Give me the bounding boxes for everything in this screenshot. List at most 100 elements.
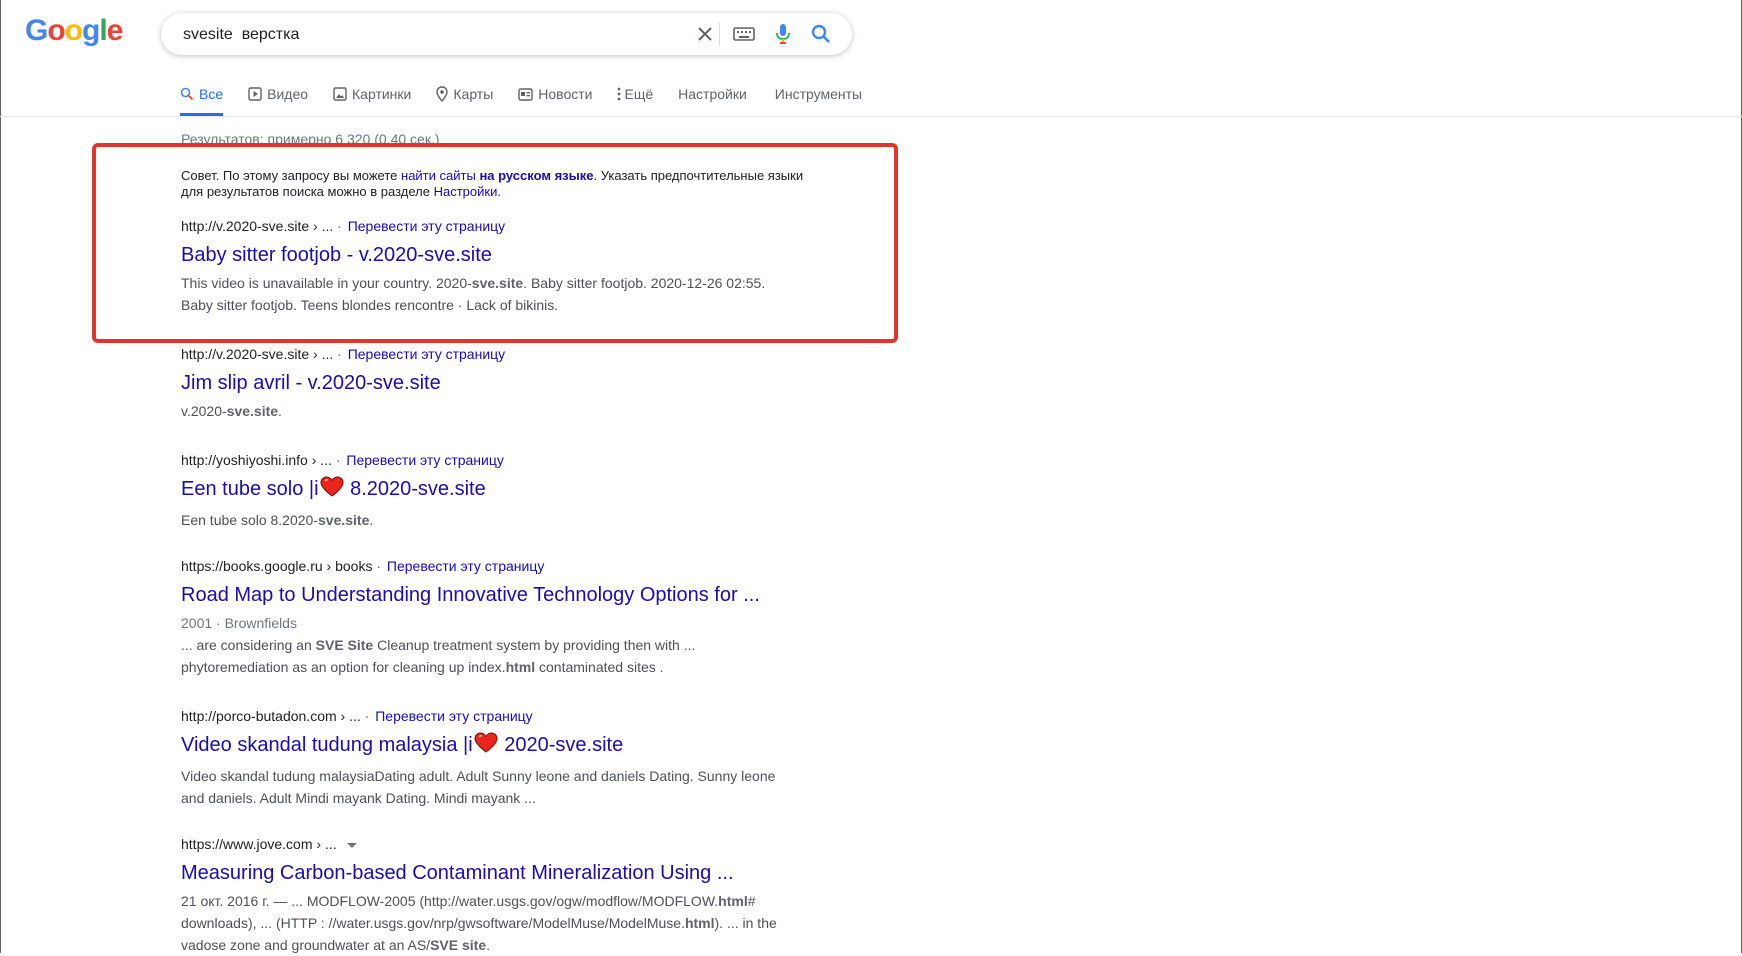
result-snippet: ... are considering an SVE Site Cleanup … [181,634,801,678]
logo-letter: l [99,14,107,47]
search-result: http://yoshiyoshi.info › ... · Перевести… [181,451,801,531]
translate-link[interactable]: Перевести эту страницу [346,452,503,468]
search-result: https://books.google.ru › books · Переве… [181,557,801,678]
snippet-bold: SVE site [430,937,487,953]
snippet-text: contaminated sites . [535,659,664,675]
tab-label: Настройки [678,86,747,102]
snippet-bold: sve.site [318,512,370,528]
snippet-text: Video skandal tudung malaysiaDating adul… [181,768,776,806]
title-text: Een tube solo |i [181,478,319,500]
result-cite: http://yoshiyoshi.info › ... · Перевести… [181,451,801,469]
result-snippet: Een tube solo 8.2020-sve.site. [181,509,801,531]
snippet-bold: html [718,893,748,909]
tip-text: Совет. По этому запросу вы можете [181,168,402,183]
result-cite: http://porco-butadon.com › ... · Перевес… [181,707,801,725]
tab-tools[interactable]: Инструменты [775,80,862,108]
tab-maps[interactable]: Карты [436,80,493,108]
tab-label: Новости [538,86,593,102]
search-result: https://www.jove.com › ... Measuring Car… [181,835,801,956]
tab-label: Картинки [352,86,412,102]
result-url[interactable]: https://books.google.ru › books [181,558,372,574]
header-divider [0,116,1742,117]
search-result: http://v.2020-sve.site › ... · Перевести… [181,217,801,316]
result-snippet: 21 окт. 2016 г. — ... MODFLOW-2005 (http… [181,890,801,956]
tab-settings[interactable]: Настройки [678,80,747,108]
translate-link[interactable]: Перевести эту страницу [375,708,532,724]
map-pin-icon [436,86,449,102]
window-edge-left [0,0,1,953]
logo-letter: o [47,14,65,47]
snippet-bold: sve.site [226,403,279,419]
tab-images[interactable]: Картинки [333,80,411,108]
snippet-text: This video is unavailable in your countr… [181,275,472,291]
search-tabs: Все Видео Картинки Карты Новости Ещё Нас… [180,80,890,116]
tip-text: . [497,184,501,199]
tip-link-russian[interactable]: на русском языке [479,168,593,183]
translate-link[interactable]: Перевести эту страницу [387,558,544,574]
chevron-down-icon[interactable] [346,842,357,848]
snippet-text: Een tube solo 8.2020- [181,512,318,528]
logo-letter: o [64,14,83,47]
snippet-bold: html [505,659,536,675]
tip-link-find-sites[interactable]: найти сайты [401,168,476,183]
cite-separator: · [337,218,342,234]
result-cite: http://v.2020-sve.site › ... · Перевести… [181,345,801,363]
cite-separator: · [364,708,370,724]
tip-link-settings[interactable]: Настройки [434,184,498,199]
image-icon [333,87,347,101]
video-icon [248,87,262,101]
snippet-text: ... are considering an [181,637,316,653]
result-meta: 2001 · Brownfields [181,615,297,631]
result-url[interactable]: http://v.2020-sve.site › ... [181,346,333,362]
keyboard-icon[interactable] [732,22,756,46]
result-cite: https://books.google.ru › books · Переве… [181,557,801,575]
tab-label: Все [199,86,224,102]
result-url[interactable]: http://porco-butadon.com › ... [181,708,361,724]
result-cite: https://www.jove.com › ... [181,835,801,853]
translate-link[interactable]: Перевести эту страницу [348,346,505,362]
search-divider [719,22,720,46]
language-tip: Совет. По этому запросу вы можете найти … [181,168,821,200]
result-title[interactable]: Baby sitter footjob - v.2020-sve.site [181,242,801,268]
result-title[interactable]: Video skandal tudung malaysia |i 2020-sv… [181,732,801,761]
search-icon[interactable] [809,22,833,46]
tab-all[interactable]: Все [180,80,224,116]
snippet-text: 21 окт. 2016 г. — ... MODFLOW-2005 (http… [181,893,719,909]
result-url[interactable]: https://www.jove.com › ... [181,836,337,852]
tab-label: Карты [453,86,494,102]
snippet-bold: html [684,915,715,931]
result-title[interactable]: Measuring Carbon-based Contaminant Miner… [181,860,801,886]
microphone-icon[interactable] [771,22,795,46]
cite-separator: · [335,452,341,468]
snippet-text: . [278,403,282,419]
logo-letter: g [82,14,100,47]
snippet-text: . [486,937,490,953]
result-url[interactable]: http://yoshiyoshi.info › ... [181,452,332,468]
title-text: 8.2020-sve.site [344,478,486,500]
result-snippet: This video is unavailable in your countr… [181,272,801,316]
clear-icon[interactable] [693,22,717,46]
result-stats: Результатов: примерно 6 320 (0,40 сек.) [181,131,440,147]
tab-label: Инструменты [774,86,863,102]
result-title[interactable]: Jim slip avril - v.2020-sve.site [181,370,801,396]
result-title[interactable]: Road Map to Understanding Innovative Tec… [181,582,801,608]
cite-separator: · [376,558,382,574]
result-title[interactable]: Een tube solo |i 8.2020-sve.site [181,476,801,505]
snippet-bold: SVE Site [315,637,374,653]
result-snippet: Video skandal tudung malaysiaDating adul… [181,765,801,809]
tab-news[interactable]: Новости [518,80,592,108]
search-input[interactable] [181,23,665,47]
result-url[interactable]: http://v.2020-sve.site › ... [181,218,333,234]
logo-letter: e [106,14,124,47]
snippet-text: . [369,512,374,528]
news-icon [518,87,533,101]
tab-more[interactable]: Ещё [617,80,653,108]
google-logo[interactable]: Google [25,14,124,48]
result-snippet: v.2020-sve.site. [181,400,801,422]
more-vert-icon [617,87,621,101]
tab-label: Видео [267,86,309,102]
heart-icon [320,476,344,505]
translate-link[interactable]: Перевести эту страницу [348,218,505,234]
search-result: http://v.2020-sve.site › ... · Перевести… [181,345,801,422]
tab-video[interactable]: Видео [248,80,308,108]
